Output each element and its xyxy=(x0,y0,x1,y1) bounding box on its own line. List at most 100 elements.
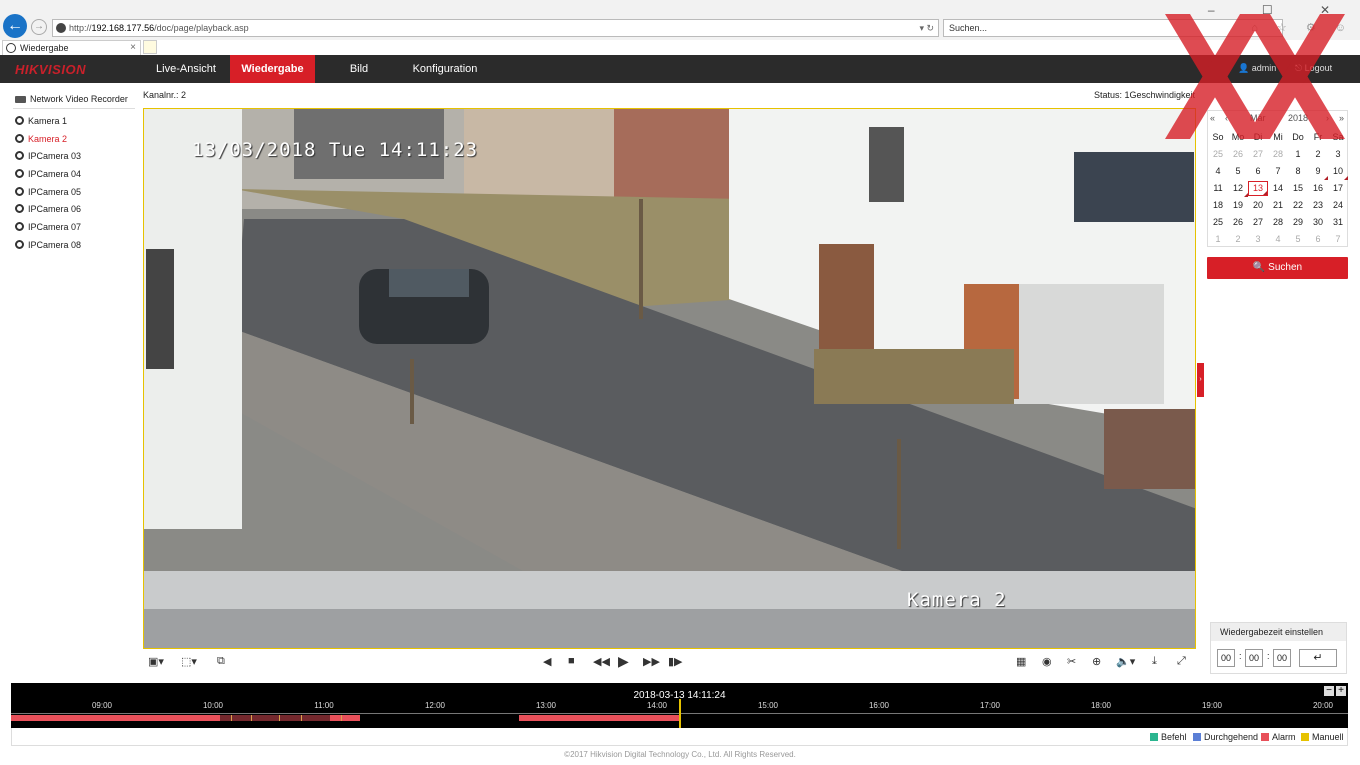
browser-tab[interactable]: Wiedergabe × xyxy=(2,40,141,55)
calendar-day[interactable]: 17 xyxy=(1328,180,1348,197)
stream-type-icon[interactable]: ⬚▾ xyxy=(181,655,197,668)
camera-item-selected[interactable]: Kamera 2 xyxy=(15,133,67,145)
stop-icon[interactable]: ■ xyxy=(568,655,575,667)
calendar-day[interactable]: 7 xyxy=(1328,231,1348,248)
calendar-day[interactable]: 24 xyxy=(1328,197,1348,214)
calendar-day[interactable]: 4 xyxy=(1268,231,1288,248)
calendar-day[interactable]: 11 xyxy=(1208,180,1228,197)
calendar-day[interactable]: 14 xyxy=(1268,180,1288,197)
device-node[interactable]: Network Video Recorder xyxy=(15,94,128,104)
calendar-day[interactable]: 19 xyxy=(1228,197,1248,214)
calendar-day[interactable]: 25 xyxy=(1208,214,1228,231)
play-icon[interactable]: ▶ xyxy=(618,653,629,670)
camera-item[interactable]: IPCamera 07 xyxy=(15,221,81,233)
apply-time-button[interactable]: ↵ xyxy=(1299,649,1337,667)
calendar-day[interactable]: 6 xyxy=(1308,231,1328,248)
panel-toggle-icon[interactable]: › xyxy=(1197,363,1204,397)
calendar-day[interactable]: 30 xyxy=(1308,214,1328,231)
calendar-week: 4 5 6 7 8 9 10 xyxy=(1208,163,1349,180)
camera-label: Kamera 2 xyxy=(28,134,68,144)
slow-icon[interactable]: ◀◀ xyxy=(593,655,610,668)
video-player[interactable]: 13/03/2018 Tue 14:11:23 Kamera 2 xyxy=(143,108,1196,649)
refresh-icon[interactable]: ▾ ↻ xyxy=(919,20,934,36)
new-tab-button[interactable] xyxy=(143,40,157,54)
calendar-day[interactable]: 2 xyxy=(1228,231,1248,248)
zoom-icon[interactable]: ⊕ xyxy=(1092,655,1101,668)
calendar-day[interactable]: 1 xyxy=(1288,146,1308,163)
camera-item[interactable]: IPCamera 04 xyxy=(15,168,81,180)
calendar-day[interactable]: 29 xyxy=(1288,214,1308,231)
calendar-day[interactable]: 12 xyxy=(1228,180,1248,197)
calendar-day[interactable]: 28 xyxy=(1268,146,1288,163)
calendar-day[interactable]: 31 xyxy=(1328,214,1348,231)
camera-item[interactable]: IPCamera 05 xyxy=(15,186,81,198)
timeline-cursor[interactable] xyxy=(679,699,681,728)
forward-arrow-icon[interactable]: → xyxy=(31,19,47,35)
clip-icon[interactable]: ✂ xyxy=(1067,655,1076,668)
calendar-day[interactable]: 22 xyxy=(1288,197,1308,214)
calendar-day[interactable]: 1 xyxy=(1208,231,1228,248)
calendar-day[interactable]: 7 xyxy=(1268,163,1288,180)
calendar-day[interactable]: 3 xyxy=(1328,146,1348,163)
tab-image[interactable]: Bild xyxy=(330,55,388,83)
camera-item[interactable]: IPCamera 03 xyxy=(15,150,81,162)
calendar-day[interactable]: 28 xyxy=(1268,214,1288,231)
channel-label: Kanalnr.: 2 xyxy=(143,90,187,100)
frame-icon[interactable]: ▮▶ xyxy=(668,655,683,668)
search-button[interactable]: 🔍 Suchen xyxy=(1207,257,1348,279)
calendar-day[interactable]: 15 xyxy=(1288,180,1308,197)
calendar-day[interactable]: 8 xyxy=(1288,163,1308,180)
download-icon[interactable]: ⤓ xyxy=(1152,655,1157,668)
calendar-day[interactable]: 6 xyxy=(1248,163,1268,180)
tab-live-view[interactable]: Live-Ansicht xyxy=(145,55,227,83)
main-navigation: HIKVISION Live-Ansicht Wiedergabe Bild K… xyxy=(0,55,1360,83)
recording-segment xyxy=(220,715,330,721)
calendar-day[interactable]: 16 xyxy=(1308,180,1328,197)
calendar-day[interactable]: 5 xyxy=(1288,231,1308,248)
calendar-day[interactable]: 26 xyxy=(1228,146,1248,163)
calendar-day[interactable]: 4 xyxy=(1208,163,1228,180)
camera-item[interactable]: Kamera 1 xyxy=(15,115,67,127)
camera-icon xyxy=(15,222,24,231)
calendar-day[interactable]: 3 xyxy=(1248,231,1268,248)
timeline-hour-label: 16:00 xyxy=(868,701,890,710)
calendar-day[interactable]: 5 xyxy=(1228,163,1248,180)
page-icon xyxy=(56,23,66,33)
calendar-day[interactable]: 26 xyxy=(1228,214,1248,231)
volume-icon[interactable]: 🔈▾ xyxy=(1116,655,1135,668)
back-arrow-icon[interactable]: ← xyxy=(3,14,27,38)
tab-playback[interactable]: Wiedergabe xyxy=(230,55,315,83)
calendar-day[interactable]: 27 xyxy=(1248,146,1268,163)
recording-segment xyxy=(519,715,679,721)
calendar-day[interactable]: 9 xyxy=(1308,163,1328,180)
calendar-day[interactable]: 21 xyxy=(1268,197,1288,214)
reverse-icon[interactable]: ◀ xyxy=(543,655,551,668)
event-marker xyxy=(301,715,302,721)
camera-item[interactable]: IPCamera 06 xyxy=(15,203,81,215)
second-field[interactable]: 00 xyxy=(1273,649,1291,667)
calendar-day[interactable]: 18 xyxy=(1208,197,1228,214)
calendar-day[interactable]: 13 xyxy=(1248,181,1268,196)
zoom-in-icon[interactable]: + xyxy=(1336,686,1346,696)
zoom-out-icon[interactable]: − xyxy=(1324,686,1334,696)
hour-field[interactable]: 00 xyxy=(1217,649,1235,667)
tab-configuration[interactable]: Konfiguration xyxy=(400,55,490,83)
camera-item[interactable]: IPCamera 08 xyxy=(15,239,81,251)
calendar-day[interactable]: 27 xyxy=(1248,214,1268,231)
timeline[interactable]: 2018-03-13 14:11:24 09:00 10:00 11:00 12:00… xyxy=(11,683,1348,728)
window-split-icon[interactable]: ▣▾ xyxy=(148,655,164,668)
tab-close-icon[interactable]: × xyxy=(130,41,136,55)
calendar-day[interactable]: 23 xyxy=(1308,197,1328,214)
address-bar[interactable]: http://192.168.177.56/doc/page/playback.… xyxy=(52,19,939,37)
calendar-day[interactable]: 10 xyxy=(1328,163,1348,180)
minute-field[interactable]: 00 xyxy=(1245,649,1263,667)
calendar-day[interactable]: 2 xyxy=(1308,146,1328,163)
stop-all-icon[interactable]: ▦ xyxy=(1016,655,1026,668)
sync-icon[interactable]: ⧉ xyxy=(217,655,225,668)
calendar-day[interactable]: 20 xyxy=(1248,197,1268,214)
fast-icon[interactable]: ▶▶ xyxy=(643,655,660,668)
calendar-day[interactable]: 25 xyxy=(1208,146,1228,163)
snapshot-icon[interactable]: ◉ xyxy=(1042,655,1052,668)
fullscreen-icon[interactable]: ⤢ xyxy=(1177,655,1186,668)
legend-item: Manuell xyxy=(1301,732,1344,742)
